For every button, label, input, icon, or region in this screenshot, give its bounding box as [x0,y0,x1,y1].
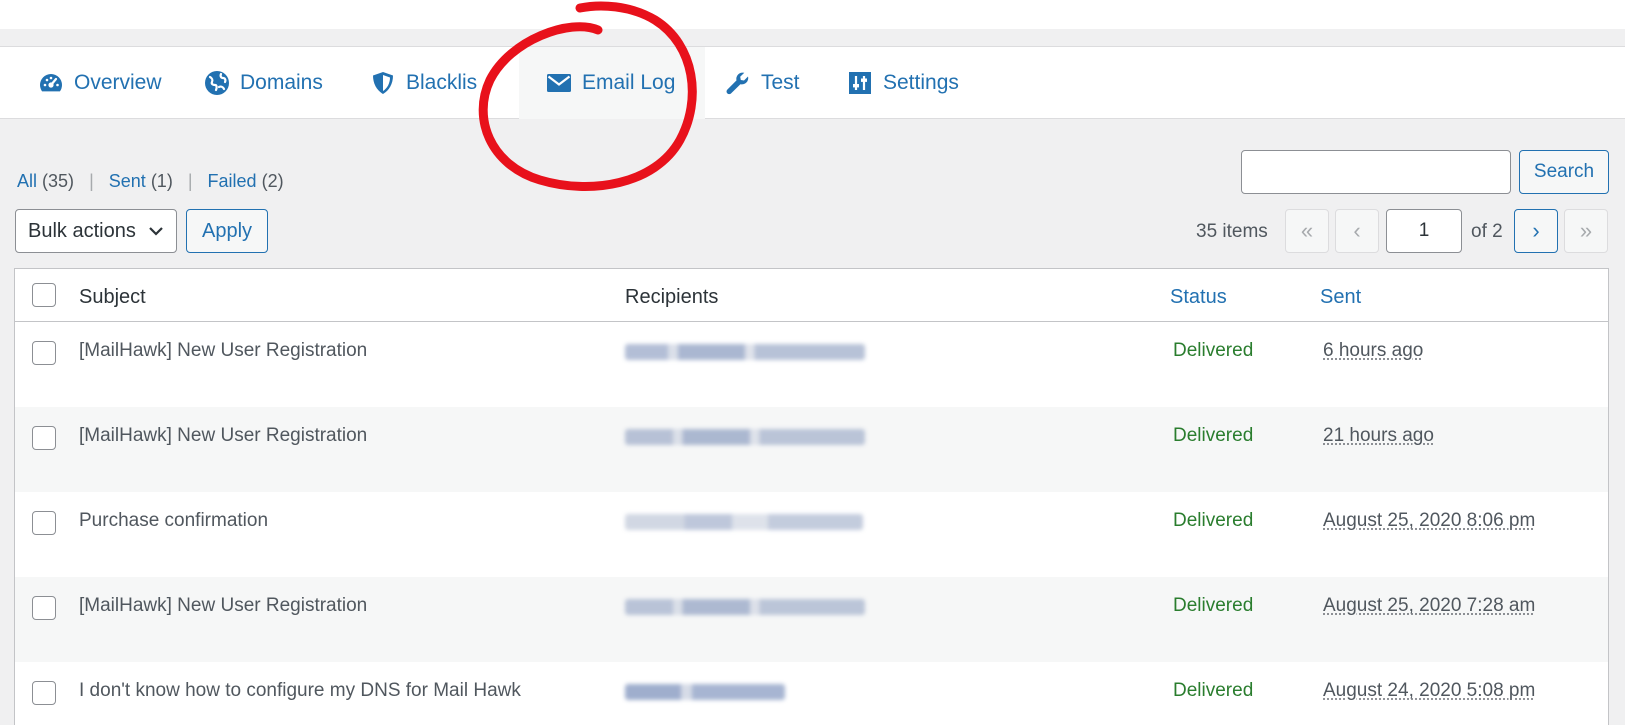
recipient-redacted [625,599,865,615]
filter-separator: | [89,171,94,191]
row-checkbox[interactable] [32,596,56,620]
filter-sent-label: Sent [109,171,146,191]
tab-email-log[interactable]: Email Log [519,47,705,119]
tab-domains[interactable]: Domains [204,47,323,119]
tab-bar: Overview Domains Blacklis Email Log Test… [0,46,1625,119]
row-subject[interactable]: [MailHawk] New User Registration [79,340,367,362]
envelope-icon [546,70,572,96]
table-row[interactable]: [MailHawk] New User Registration Deliver… [15,407,1608,492]
shield-icon [370,70,396,96]
column-subject: Subject [79,286,146,309]
items-count: 35 items [1196,221,1268,243]
recipient-redacted [625,344,865,360]
tab-settings-label: Settings [883,71,959,95]
tab-blacklist[interactable]: Blacklis [370,47,477,119]
tab-overview[interactable]: Overview [38,47,162,119]
current-page-input[interactable]: 1 [1386,209,1462,253]
tab-blacklist-label: Blacklis [406,71,477,95]
table-row[interactable]: [MailHawk] New User Registration Deliver… [15,577,1608,662]
tab-test-label: Test [761,71,800,95]
bulk-actions-value: Bulk actions [28,220,136,243]
filter-failed[interactable]: Failed [208,171,257,191]
chevron-down-icon [148,224,164,238]
total-pages: of 2 [1471,221,1503,243]
table-row[interactable]: I don't know how to configure my DNS for… [15,662,1608,725]
tab-test[interactable]: Test [725,47,800,119]
column-status[interactable]: Status [1170,286,1227,309]
filter-separator: | [188,171,193,191]
filter-all-count: (35) [42,171,74,191]
table-row[interactable]: Purchase confirmation Delivered August 2… [15,492,1608,577]
recipient-redacted [625,429,865,445]
row-sent-time: 21 hours ago [1323,425,1434,447]
select-all-checkbox[interactable] [32,283,56,307]
row-subject[interactable]: I don't know how to configure my DNS for… [79,680,521,702]
row-checkbox[interactable] [32,426,56,450]
filter-sent[interactable]: Sent [109,171,146,191]
globe-icon [204,70,230,96]
table-header: Subject Recipients Status Sent [15,269,1608,322]
column-recipients: Recipients [625,286,718,309]
row-checkbox[interactable] [32,341,56,365]
dashboard-icon [38,70,64,96]
row-subject[interactable]: [MailHawk] New User Registration [79,425,367,447]
tab-email-log-label: Email Log [582,71,675,95]
next-page-button[interactable]: › [1514,209,1558,253]
row-subject[interactable]: Purchase confirmation [79,510,268,532]
row-sent-time: August 25, 2020 8:06 pm [1323,510,1535,532]
row-status: Delivered [1173,680,1253,702]
tab-settings[interactable]: Settings [847,47,959,119]
filter-sent-count: (1) [151,171,173,191]
row-checkbox[interactable] [32,511,56,535]
recipient-redacted [625,684,785,700]
tab-overview-label: Overview [74,71,162,95]
filter-failed-count: (2) [262,171,284,191]
last-page-button[interactable]: » [1564,209,1608,253]
row-status: Delivered [1173,510,1253,532]
row-status: Delivered [1173,425,1253,447]
wrench-icon [725,70,751,96]
column-sent[interactable]: Sent [1320,286,1361,309]
status-filters: All (35) | Sent (1) | Failed (2) [17,171,284,192]
filter-all-label: All [17,171,37,191]
tab-domains-label: Domains [240,71,323,95]
previous-page-button[interactable]: ‹ [1335,209,1379,253]
admin-top-strip [0,0,1625,29]
row-sent-time: August 25, 2020 7:28 am [1323,595,1535,617]
recipient-redacted [625,514,863,530]
row-subject[interactable]: [MailHawk] New User Registration [79,595,367,617]
row-status: Delivered [1173,340,1253,362]
sliders-icon [847,70,873,96]
row-sent-time: August 24, 2020 5:08 pm [1323,680,1535,702]
apply-button[interactable]: Apply [186,209,268,253]
search-input[interactable] [1241,150,1511,194]
first-page-button[interactable]: « [1285,209,1329,253]
email-log-table: Subject Recipients Status Sent [MailHawk… [14,268,1609,725]
filter-failed-label: Failed [208,171,257,191]
search-button[interactable]: Search [1519,150,1609,194]
row-sent-time: 6 hours ago [1323,340,1423,362]
row-checkbox[interactable] [32,681,56,705]
row-status: Delivered [1173,595,1253,617]
table-row[interactable]: [MailHawk] New User Registration Deliver… [15,322,1608,407]
filter-all[interactable]: All [17,171,37,191]
bulk-actions-select[interactable]: Bulk actions [15,209,177,253]
